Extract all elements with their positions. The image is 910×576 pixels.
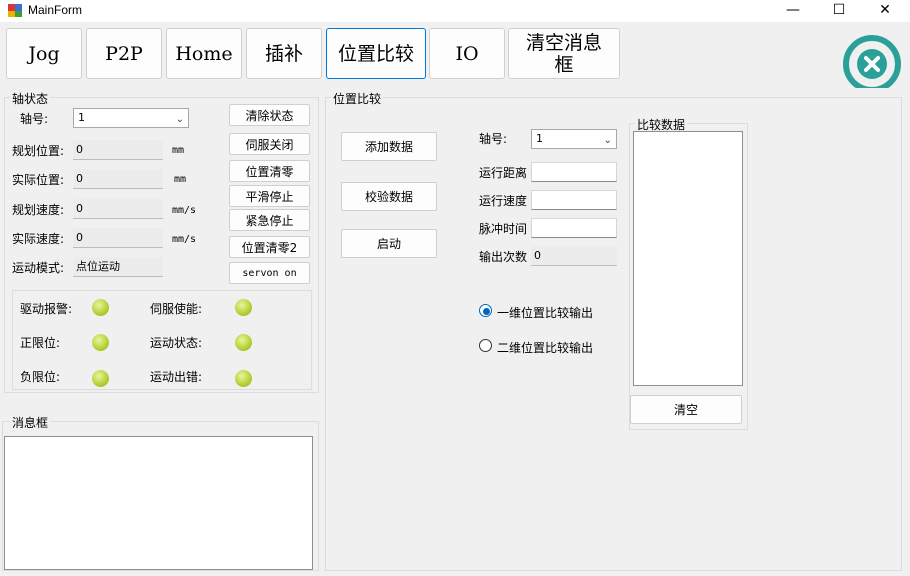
planned-position-value: 0: [73, 140, 163, 160]
smooth-stop-button[interactable]: 平滑停止: [229, 185, 310, 207]
servo-off-button[interactable]: 伺服关闭: [229, 133, 310, 155]
clear-list-button[interactable]: 清空: [630, 395, 742, 424]
close-circle-icon[interactable]: [840, 30, 902, 88]
tab-jog[interactable]: Jog: [6, 28, 82, 79]
servo-on-button[interactable]: servon on: [229, 262, 310, 284]
motion-status-label: 运动状态:: [150, 336, 203, 350]
run-distance-label: 运行距离: [479, 166, 528, 180]
emergency-stop-button[interactable]: 紧急停止: [229, 209, 310, 231]
motion-error-led: [235, 370, 252, 387]
window-title: MainForm: [28, 3, 83, 17]
clear-message-button[interactable]: 清空消息框: [508, 28, 620, 79]
position-zero-button[interactable]: 位置清零: [229, 160, 310, 182]
pulse-time-input[interactable]: [531, 218, 617, 238]
position-compare-title: 位置比较: [331, 90, 384, 107]
drive-alarm-led: [92, 299, 109, 316]
pc-axis-number-value: 1: [536, 132, 543, 145]
positive-limit-led: [92, 334, 109, 351]
chevron-down-icon: ⌄: [603, 135, 612, 146]
tab-home[interactable]: Home: [166, 28, 242, 79]
axis-state-title: 轴状态: [10, 90, 51, 107]
radio-1d-compare[interactable]: [479, 304, 492, 317]
compare-data-list[interactable]: [633, 131, 743, 386]
position-zero-2-button[interactable]: 位置清零2: [229, 236, 310, 258]
motion-mode-label: 运动模式:: [12, 261, 65, 275]
negative-limit-label: 负限位:: [20, 370, 61, 384]
planned-position-label: 规划位置:: [12, 144, 65, 158]
run-speed-input[interactable]: [531, 190, 617, 210]
run-distance-input[interactable]: [531, 162, 617, 182]
pulse-time-label: 脉冲时间: [479, 222, 528, 236]
motion-mode-value: 点位运动: [73, 257, 163, 277]
tab-io[interactable]: IO: [429, 28, 505, 79]
negative-limit-led: [92, 370, 109, 387]
radio-1d-compare-label[interactable]: 一维位置比较输出: [497, 304, 593, 321]
run-speed-label: 运行速度: [479, 194, 528, 208]
tab-interpolation[interactable]: 插补: [246, 28, 322, 79]
message-textarea[interactable]: [4, 436, 313, 570]
positive-limit-label: 正限位:: [20, 336, 61, 350]
planned-speed-value: 0: [73, 199, 163, 219]
radio-2d-compare[interactable]: [479, 339, 492, 352]
clear-status-button[interactable]: 清除状态: [229, 104, 310, 126]
actual-position-unit: mm: [174, 174, 187, 185]
axis-number-label: 轴号:: [20, 112, 49, 126]
start-button[interactable]: 启动: [341, 229, 437, 258]
planned-speed-label: 规划速度:: [12, 203, 65, 217]
motion-status-led: [235, 334, 252, 351]
axis-number-select[interactable]: 1 ⌄: [73, 108, 189, 128]
chevron-down-icon: ⌄: [175, 114, 184, 125]
pc-axis-number-select[interactable]: 1 ⌄: [531, 129, 617, 149]
actual-position-label: 实际位置:: [12, 173, 65, 187]
pc-axis-number-label: 轴号:: [479, 132, 508, 146]
actual-speed-unit: mm/s: [172, 234, 197, 245]
close-button[interactable]: ✕: [862, 0, 908, 22]
tab-p2p[interactable]: P2P: [86, 28, 162, 79]
output-count-label: 输出次数: [479, 250, 528, 264]
actual-position-value: 0: [73, 169, 163, 189]
planned-speed-unit: mm/s: [172, 205, 197, 216]
drive-alarm-label: 驱动报警:: [20, 302, 73, 316]
actual-speed-label: 实际速度:: [12, 232, 65, 246]
axis-number-value: 1: [78, 111, 85, 124]
servo-enable-led: [235, 299, 252, 316]
verify-data-button[interactable]: 校验数据: [341, 182, 437, 211]
planned-position-unit: mm: [172, 145, 185, 156]
title-bar: MainForm — ☐ ✕: [0, 0, 910, 22]
actual-speed-value: 0: [73, 228, 163, 248]
app-icon: [8, 4, 22, 17]
servo-enable-label: 伺服使能:: [150, 302, 203, 316]
add-data-button[interactable]: 添加数据: [341, 132, 437, 161]
radio-2d-compare-label[interactable]: 二维位置比较输出: [497, 339, 593, 356]
output-count-value: 0: [531, 246, 617, 266]
message-box-title: 消息框: [10, 414, 51, 431]
minimize-button[interactable]: —: [770, 0, 816, 22]
maximize-button[interactable]: ☐: [816, 0, 862, 22]
tab-position-compare[interactable]: 位置比较: [326, 28, 426, 79]
motion-error-label: 运动出错:: [150, 370, 203, 384]
